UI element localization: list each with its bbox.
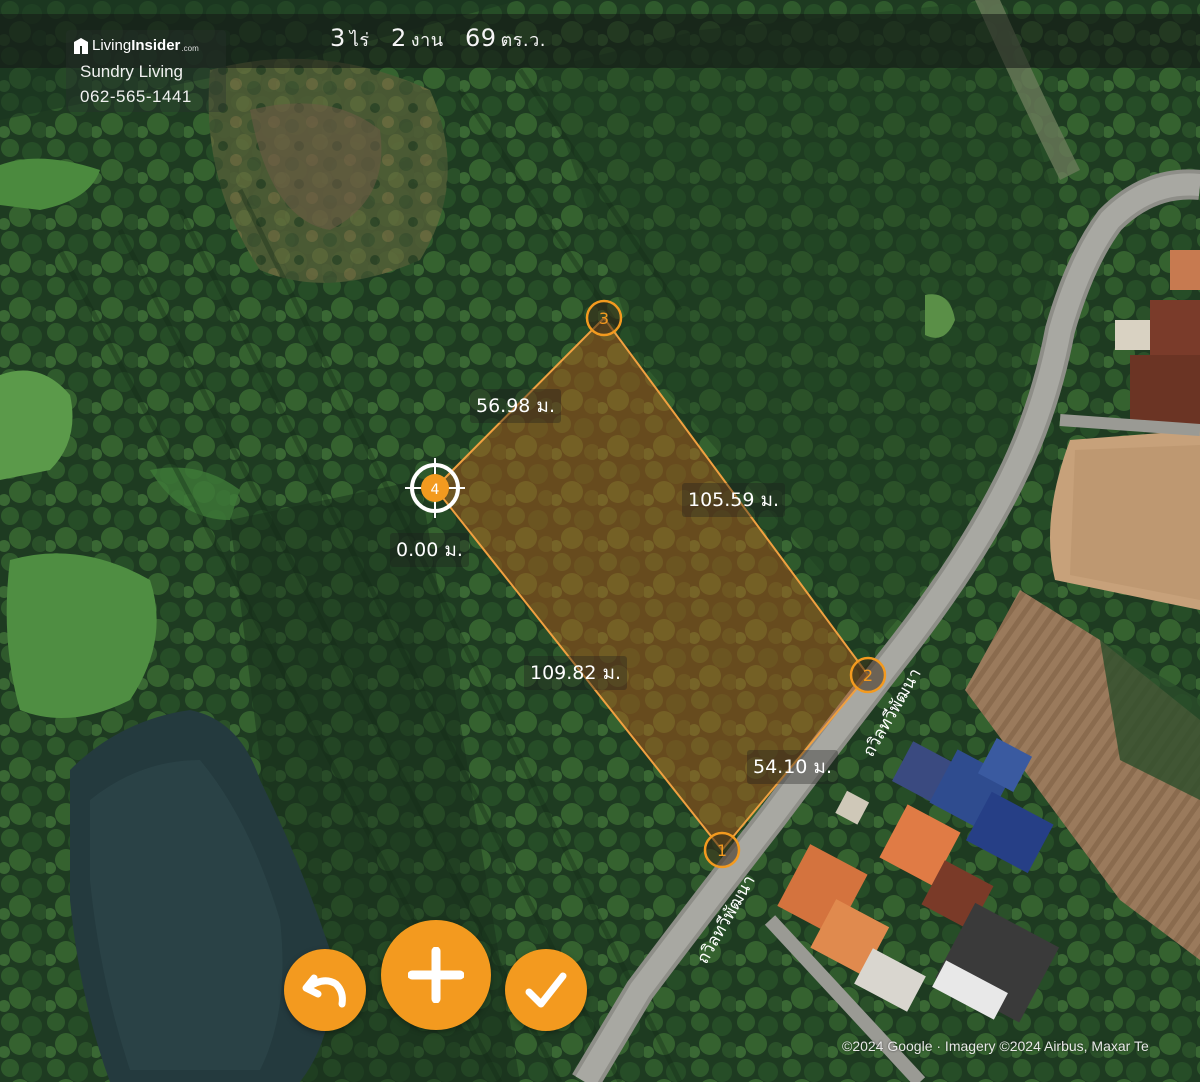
- add-point-button[interactable]: [381, 920, 491, 1030]
- vertex-marker-1[interactable]: 1: [703, 831, 741, 869]
- satellite-map[interactable]: ถวิลทวีพัฒนา ถวิลทวีพัฒนา 1 2 3 4: [0, 0, 1200, 1082]
- plus-icon: [408, 947, 464, 1003]
- vertex-marker-3[interactable]: 3: [585, 299, 623, 337]
- house-logo-icon: [74, 37, 88, 54]
- wa-value: 69: [465, 24, 497, 52]
- edge-length-3-4: 56.98 ม.: [470, 389, 561, 423]
- svg-text:2: 2: [863, 666, 873, 685]
- edge-length-1-2: 54.10 ม.: [747, 750, 838, 784]
- vertex-marker-2[interactable]: 2: [849, 656, 887, 694]
- svg-text:4: 4: [431, 482, 440, 498]
- logo-text-bold: Insider: [131, 37, 181, 54]
- check-icon: [525, 972, 567, 1008]
- svg-text:3: 3: [599, 309, 609, 328]
- rai-value: 3: [330, 24, 346, 52]
- svg-text:1: 1: [717, 841, 727, 860]
- undo-button[interactable]: [284, 949, 366, 1031]
- livinginsider-logo: Living Insider .com: [74, 37, 199, 54]
- agent-phone: 062-565-1441: [80, 87, 192, 106]
- imagery-credit: ©2024 Google · Imagery ©2024 Airbus, Max…: [842, 1038, 1149, 1054]
- ngan-unit: งาน: [410, 30, 444, 51]
- undo-arrow-icon: [302, 974, 346, 1008]
- confirm-button[interactable]: [505, 949, 587, 1031]
- edge-length-4-1: 109.82 ม.: [524, 656, 628, 690]
- area-readout: 3 ไร่ 2 งาน 69 ตร.ว.: [330, 24, 560, 54]
- logo-text-light: Living: [92, 37, 132, 54]
- edge-length-2-3: 105.59 ม.: [682, 483, 786, 517]
- wa-unit: ตร.ว.: [500, 30, 546, 51]
- logo-suffix: .com: [181, 43, 199, 53]
- rai-unit: ไร่: [349, 30, 370, 51]
- agent-name: Sundry Living: [80, 62, 184, 81]
- ngan-value: 2: [391, 24, 407, 52]
- active-segment-length: 0.00 ม.: [390, 533, 469, 567]
